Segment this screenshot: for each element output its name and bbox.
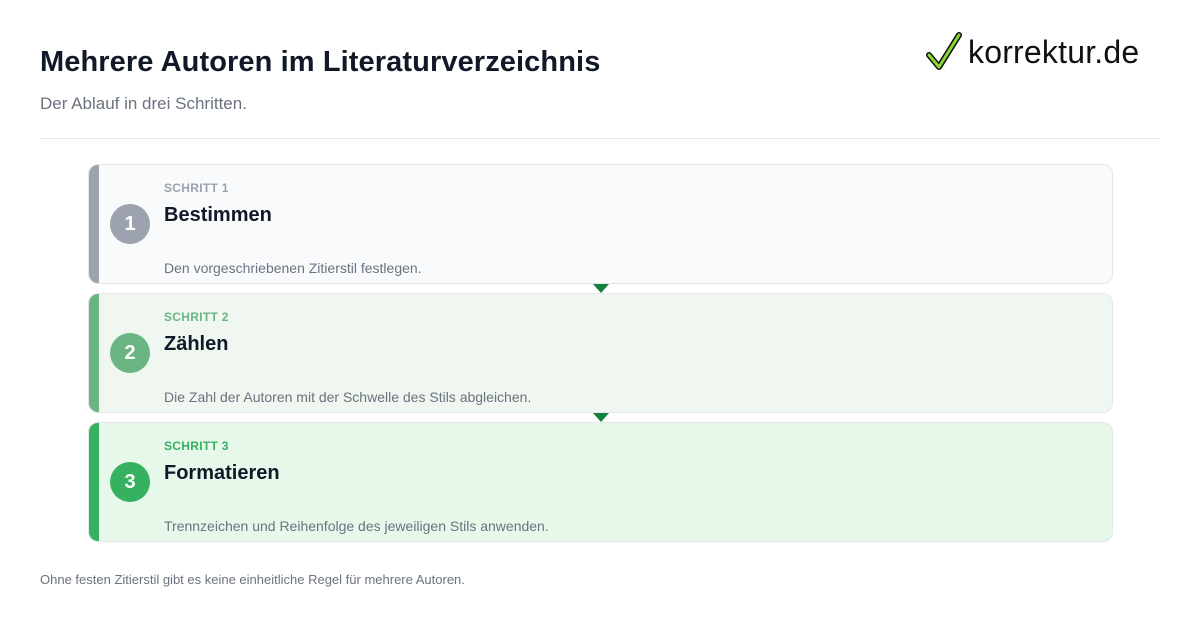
step-accent-bar [89, 294, 99, 412]
step-number-badge: 1 [110, 204, 150, 244]
step-description: Trennzeichen und Reihenfolge des jeweili… [164, 518, 549, 534]
step-number-badge: 2 [110, 333, 150, 373]
step-accent-bar [89, 165, 99, 283]
checkmark-icon [926, 32, 962, 70]
step-accent-bar [89, 423, 99, 541]
step-number-badge: 3 [110, 462, 150, 502]
flow-arrow-icon [593, 413, 609, 422]
step-title: Bestimmen [164, 204, 272, 226]
step-description: Die Zahl der Autoren mit der Schwelle de… [164, 389, 532, 405]
page-subtitle: Der Ablauf in drei Schritten. [40, 94, 247, 113]
step-title: Formatieren [164, 462, 280, 484]
header-divider [40, 138, 1160, 139]
step-kicker: SCHRITT 1 [164, 181, 229, 195]
flow-arrow-icon [593, 284, 609, 293]
page-title: Mehrere Autoren im Literaturverzeichnis [40, 46, 601, 78]
step-card-3: 3 SCHRITT 3 Formatieren Trennzeichen und… [88, 422, 1113, 542]
logo[interactable]: korrektur.de [926, 30, 1139, 74]
footnote: Ohne festen Zitierstil gibt es keine ein… [40, 572, 465, 587]
step-card-2: 2 SCHRITT 2 Zählen Die Zahl der Autoren … [88, 293, 1113, 413]
step-kicker: SCHRITT 2 [164, 310, 229, 324]
step-description: Den vorgeschriebenen Zitierstil festlege… [164, 260, 422, 276]
step-kicker: SCHRITT 3 [164, 439, 229, 453]
step-title: Zählen [164, 333, 229, 355]
logo-text: korrektur.de [968, 33, 1140, 70]
step-card-1: 1 SCHRITT 1 Bestimmen Den vorgeschrieben… [88, 164, 1113, 284]
